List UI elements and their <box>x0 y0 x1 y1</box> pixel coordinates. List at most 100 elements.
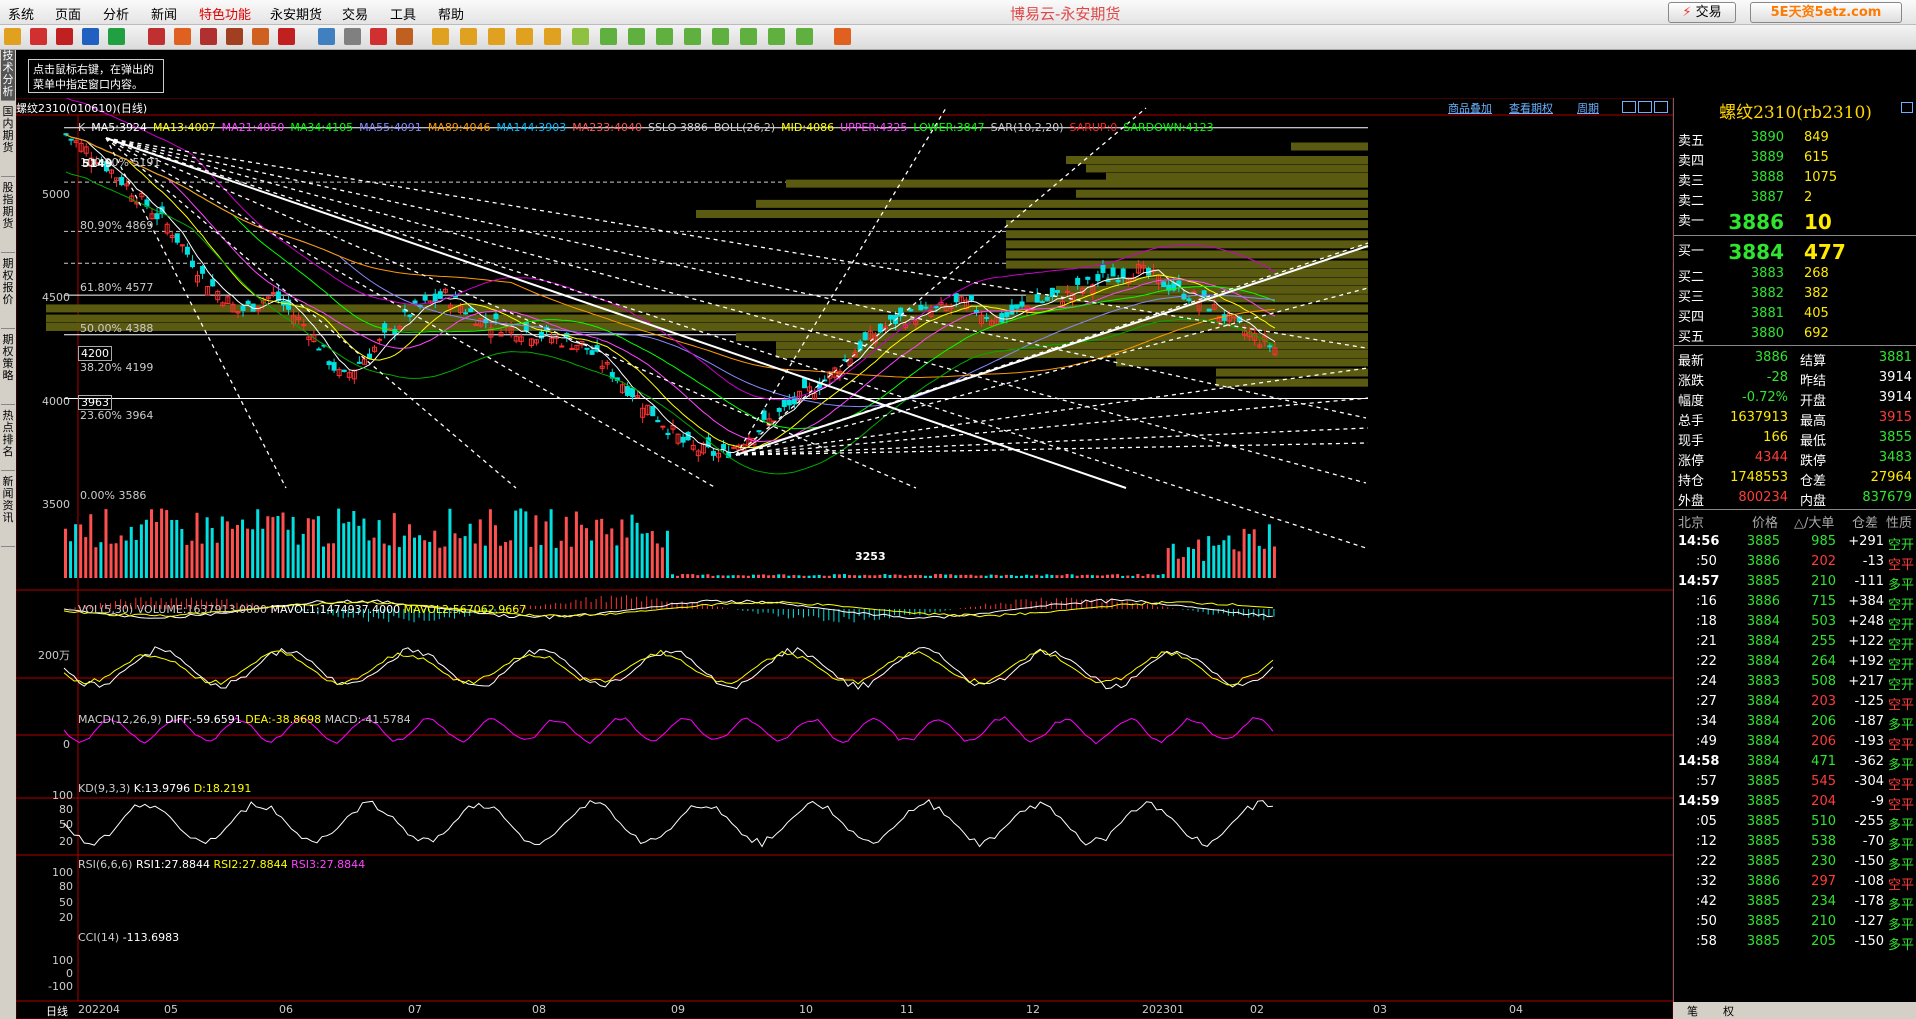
tick-row[interactable]: :49 3884 206 -193 空平 <box>1674 732 1916 753</box>
tick-row[interactable]: :57 3885 545 -304 空平 <box>1674 772 1916 793</box>
tick-row[interactable]: 14:59 3885 204 -9 空平 <box>1674 792 1916 813</box>
tick-row[interactable]: :34 3884 206 -187 多平 <box>1674 712 1916 733</box>
weekly-icon[interactable] <box>460 28 477 45</box>
paint-icon[interactable] <box>252 28 269 45</box>
left-tab[interactable]: 期权报价 <box>1 258 15 329</box>
left-tab[interactable]: 技术分析 <box>1 50 15 101</box>
bid-row[interactable]: 买二 3883 268 <box>1674 264 1916 285</box>
ask-row[interactable]: 卖四 3889 615 <box>1674 148 1916 169</box>
window-icon[interactable] <box>200 28 217 45</box>
tick-row[interactable]: 14:58 3884 471 -362 多平 <box>1674 752 1916 773</box>
maximize-icon[interactable] <box>1654 101 1668 113</box>
tick-row[interactable]: :16 3886 715 +384 空开 <box>1674 592 1916 613</box>
custom-period-icon[interactable] <box>796 28 813 45</box>
min60-icon[interactable] <box>712 28 729 45</box>
tick-row[interactable]: :21 3884 255 +122 空开 <box>1674 632 1916 653</box>
tick-row[interactable]: :22 3884 264 +192 空开 <box>1674 652 1916 673</box>
home-icon[interactable] <box>30 28 47 45</box>
kline-chart[interactable] <box>16 98 1673 1019</box>
draw-icon[interactable] <box>226 28 243 45</box>
year-icon[interactable] <box>544 28 561 45</box>
panel-maximize-icon[interactable] <box>1901 102 1913 113</box>
daily-icon[interactable] <box>432 28 449 45</box>
menu-trade[interactable]: 交易 <box>342 4 368 23</box>
screen-icon[interactable] <box>56 28 73 45</box>
ask-row[interactable]: 卖三 3888 1075 <box>1674 168 1916 189</box>
stat-label: 幅度 <box>1678 394 1705 409</box>
stat-row[interactable]: 总手 1637913 最高 3915 <box>1674 408 1916 429</box>
period-label[interactable]: 日线 <box>46 1003 68 1019</box>
tab-ticks[interactable]: 笔 <box>1687 1003 1698 1019</box>
line-chart-icon[interactable] <box>370 28 387 45</box>
stat-row[interactable]: 持仓 1748553 仓差 27964 <box>1674 468 1916 489</box>
stat-row[interactable]: 涨停 4344 跌停 3483 <box>1674 448 1916 469</box>
restore-icon[interactable] <box>1638 101 1652 113</box>
tick-row[interactable]: :24 3883 508 +217 空开 <box>1674 672 1916 693</box>
bar-icon[interactable] <box>396 28 413 45</box>
min2h-icon[interactable] <box>740 28 757 45</box>
menu-tools[interactable]: 工具 <box>390 4 416 23</box>
tick-row[interactable]: 14:56 3885 985 +291 空开 <box>1674 532 1916 553</box>
menu-news[interactable]: 新闻 <box>151 4 177 23</box>
bid-row[interactable]: 买五 3880 692 <box>1674 324 1916 345</box>
bid-row[interactable]: 买三 3882 382 <box>1674 284 1916 305</box>
season-icon[interactable] <box>516 28 533 45</box>
min1-icon[interactable] <box>572 28 589 45</box>
menu-yongan[interactable]: 永安期货 <box>270 4 322 23</box>
tick-header[interactable]: 北京 价格 △/大单 仓差 性质 <box>1674 510 1916 531</box>
tick-row[interactable]: :42 3885 234 -178 多平 <box>1674 892 1916 913</box>
list-icon[interactable] <box>344 28 361 45</box>
stat-row[interactable]: 外盘 800234 内盘 837679 <box>1674 488 1916 509</box>
period-link[interactable]: 周期 <box>1577 100 1599 116</box>
tick-row[interactable]: :50 3885 210 -127 多平 <box>1674 912 1916 933</box>
bid-row[interactable]: 买四 3881 405 <box>1674 304 1916 325</box>
options-link[interactable]: 查看期权 <box>1509 100 1553 116</box>
tick-row[interactable]: :58 3885 205 -150 多平 <box>1674 932 1916 953</box>
rsi2: RSI2:27.8844 <box>213 858 288 871</box>
zoom-in-icon[interactable] <box>148 28 165 45</box>
left-tab[interactable]: 期权策略 <box>1 334 15 405</box>
ask-row[interactable]: 卖五 3890 849 <box>1674 128 1916 149</box>
tick-row[interactable]: :22 3885 230 -150 多平 <box>1674 852 1916 873</box>
menu-page[interactable]: 页面 <box>55 4 81 23</box>
trade-button[interactable]: ⚡ 交易 <box>1668 2 1736 23</box>
stat-row[interactable]: 幅度 -0.72% 开盘 3914 <box>1674 388 1916 409</box>
left-tab[interactable]: 新闻资讯 <box>1 476 15 547</box>
menu-help[interactable]: 帮助 <box>438 4 464 23</box>
tick-row[interactable]: :32 3886 297 -108 空平 <box>1674 872 1916 893</box>
minimize-icon[interactable] <box>1622 101 1636 113</box>
bid-row[interactable]: 买一 3884 477 <box>1674 238 1916 264</box>
tick-row[interactable]: :05 3885 510 -255 多平 <box>1674 812 1916 833</box>
tick-row[interactable]: :27 3884 203 -125 空平 <box>1674 692 1916 713</box>
stat-row[interactable]: 涨跌 -28 昨结 3914 <box>1674 368 1916 389</box>
tick-row[interactable]: :18 3884 503 +248 空开 <box>1674 612 1916 633</box>
tick-row[interactable]: 14:57 3885 210 -111 多平 <box>1674 572 1916 593</box>
menu-system[interactable]: 系统 <box>8 4 34 23</box>
left-tab[interactable]: 热点排名 <box>1 410 15 471</box>
overlay-link[interactable]: 商品叠加 <box>1448 100 1492 116</box>
min30-icon[interactable] <box>684 28 701 45</box>
chart-icon[interactable] <box>318 28 335 45</box>
refresh-icon[interactable] <box>108 28 125 45</box>
tick-row[interactable]: :12 3885 538 -70 多平 <box>1674 832 1916 853</box>
tool-icon[interactable] <box>278 28 295 45</box>
ask-row[interactable]: 卖二 3887 2 <box>1674 188 1916 209</box>
stat-row[interactable]: 现手 166 最低 3855 <box>1674 428 1916 449</box>
stat-row[interactable]: 最新 3886 结算 3881 <box>1674 348 1916 369</box>
min5-icon[interactable] <box>628 28 645 45</box>
tv-icon[interactable] <box>82 28 99 45</box>
calc-icon[interactable] <box>834 28 851 45</box>
min3-icon[interactable] <box>600 28 617 45</box>
ask-row[interactable]: 卖一 3886 10 <box>1674 208 1916 234</box>
menu-analysis[interactable]: 分析 <box>103 4 129 23</box>
menu-special[interactable]: 特色功能 <box>199 4 251 23</box>
back-icon[interactable] <box>4 28 21 45</box>
left-tab[interactable]: 国内期货 <box>1 106 15 177</box>
zoom-out-icon[interactable] <box>174 28 191 45</box>
left-tab[interactable]: 股指期货 <box>1 182 15 253</box>
min15-icon[interactable] <box>656 28 673 45</box>
tab-rights[interactable]: 权 <box>1723 1003 1734 1019</box>
tick-row[interactable]: :50 3886 202 -13 空平 <box>1674 552 1916 573</box>
min4h-icon[interactable] <box>768 28 785 45</box>
monthly-icon[interactable] <box>488 28 505 45</box>
